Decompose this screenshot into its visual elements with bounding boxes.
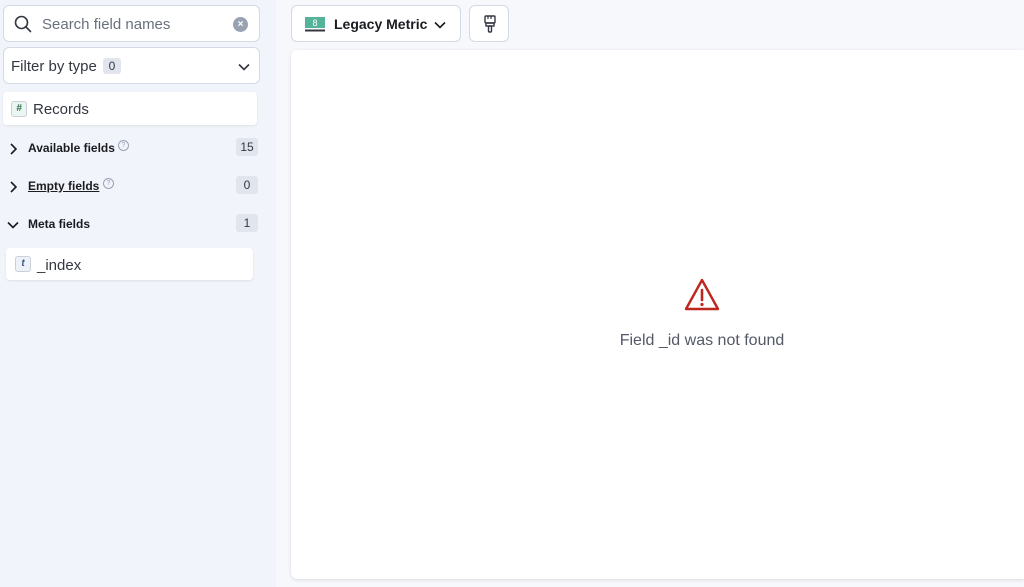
help-icon[interactable]: ? [118,140,129,151]
section-meta-fields[interactable]: Meta fields 1 [6,214,258,236]
field-search: × [3,5,260,42]
error-message: Field _id was not found [619,332,785,349]
number-type-icon: # [11,101,27,117]
chevron-right-icon [10,181,18,193]
warning-icon [684,278,720,311]
section-available-fields[interactable]: Available fields ? 15 [6,138,258,160]
filter-by-type-dropdown[interactable]: Filter by type 0 [3,47,260,84]
field-name: _index [37,257,82,274]
section-count-badge: 1 [236,214,258,232]
style-settings-button[interactable] [469,5,509,42]
visualization-type-label: Legacy Metric [334,16,428,32]
help-icon[interactable]: ? [103,178,114,189]
field-item-records[interactable]: # Records [3,92,257,125]
svg-text:8: 8 [312,18,317,28]
search-input[interactable] [42,12,227,36]
visualization-type-dropdown[interactable]: 8 Legacy Metric [291,5,461,42]
section-title: Meta fields [28,217,91,231]
chevron-down-icon [7,221,19,229]
chevron-down-icon [238,63,250,71]
field-name: Records [33,101,89,118]
chevron-down-icon [434,21,446,29]
filter-count-badge: 0 [103,58,121,74]
section-title: Available fields [28,141,115,155]
metric-visualization-icon: 8 [305,17,325,32]
section-empty-fields[interactable]: Empty fields ? 0 [6,176,258,198]
section-title: Empty fields [28,179,100,193]
chevron-right-icon [10,143,18,155]
filter-by-type-label: Filter by type [11,58,97,75]
section-count-badge: 0 [236,176,258,194]
search-icon [14,15,32,33]
visualization-workspace [291,50,1024,579]
section-count-badge: 15 [236,138,258,156]
clear-search-icon[interactable]: × [233,17,248,32]
paintbrush-icon [484,15,496,33]
field-item-index[interactable]: t _index [6,248,253,280]
string-type-icon: t [15,256,31,272]
field-list-sidebar: × Filter by type 0 # Records Available f… [0,0,276,587]
